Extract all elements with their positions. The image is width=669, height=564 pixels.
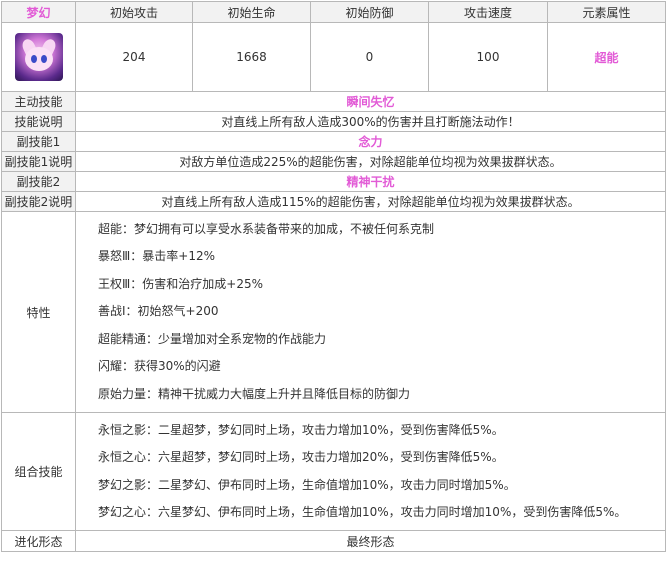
trait-item: 超能：梦幻拥有可以享受水系装备带来的加成，不被任何系克制 (98, 221, 435, 236)
evolution-label: 进化形态 (1, 530, 76, 552)
trait-item: 王权Ⅲ：伤害和治疗加成+25% (98, 276, 264, 291)
pokemon-name: 梦幻 (1, 1, 76, 23)
stat-speed: 100 (428, 22, 548, 92)
combo-item: 永恒之影：二星超梦，梦幻同时上场，攻击力增加10%，受到伤害降低5%。 (98, 422, 504, 437)
avatar (14, 33, 63, 81)
sub-skill-2-name: 精神干扰 (75, 171, 666, 192)
sub-skill-1-desc-label: 副技能1说明 (1, 151, 76, 172)
stat-attack: 204 (75, 22, 193, 92)
col-header-defense: 初始防御 (310, 1, 429, 23)
stat-hp: 1668 (192, 22, 311, 92)
trait-item: 超能精通：少量增加对全系宠物的作战能力 (98, 331, 327, 346)
combo-item: 梦幻之影：二星梦幻、伊布同时上场，生命值增加10%，攻击力同时增加5%。 (98, 477, 516, 492)
pokemon-info-table: 梦幻 初始攻击 初始生命 初始防御 攻击速度 元素属性 204 1668 0 1… (1, 1, 666, 552)
skill-desc: 对直线上所有敌人造成300%的伤害并且打断施法动作！ (75, 111, 666, 132)
active-skill-name: 瞬间失忆 (75, 91, 666, 112)
traits-cell: 超能：梦幻拥有可以享受水系装备带来的加成，不被任何系克制 暴怒Ⅲ：暴击率+12%… (75, 211, 666, 413)
combo-item: 永恒之心：六星超梦，梦幻同时上场，攻击力增加20%，受到伤害降低5%。 (98, 450, 504, 464)
trait-item: 暴怒Ⅲ：暴击率+12% (98, 249, 216, 264)
evolution-value: 最终形态 (75, 530, 666, 552)
sub-skill-2-label: 副技能2 (1, 171, 76, 192)
stat-defense: 0 (310, 22, 429, 92)
combo-cell: 永恒之影：二星超梦，梦幻同时上场，攻击力增加10%，受到伤害降低5%。 永恒之心… (75, 412, 666, 531)
sub-skill-1-label: 副技能1 (1, 131, 76, 152)
traits-label: 特性 (1, 211, 76, 413)
sub-skill-1-name: 念力 (75, 131, 666, 152)
col-header-attack: 初始攻击 (75, 1, 193, 23)
combo-item: 梦幻之心：六星梦幻、伊布同时上场，生命值增加10%，攻击力同时增加10%，受到伤… (98, 505, 627, 519)
avatar-cell (1, 22, 76, 92)
trait-item: 原始力量：精神干扰威力大幅度上升并且降低目标的防御力 (98, 386, 411, 401)
trait-item: 善战Ⅰ：初始怒气+200 (98, 304, 219, 319)
sub-skill-1-desc: 对敌方单位造成225%的超能伤害，对除超能单位均视为效果拔群状态。 (75, 151, 666, 172)
active-skill-label: 主动技能 (1, 91, 76, 112)
skill-desc-label: 技能说明 (1, 111, 76, 132)
sub-skill-2-desc-label: 副技能2说明 (1, 191, 76, 212)
col-header-hp: 初始生命 (192, 1, 311, 23)
stat-element: 超能 (547, 22, 666, 92)
trait-item: 闪耀：获得30%的闪避 (98, 359, 221, 374)
combo-label: 组合技能 (1, 412, 76, 531)
col-header-speed: 攻击速度 (428, 1, 548, 23)
col-header-element: 元素属性 (547, 1, 666, 23)
sub-skill-2-desc: 对直线上所有敌人造成115%的超能伤害，对除超能单位均视为效果拔群状态。 (75, 191, 666, 212)
